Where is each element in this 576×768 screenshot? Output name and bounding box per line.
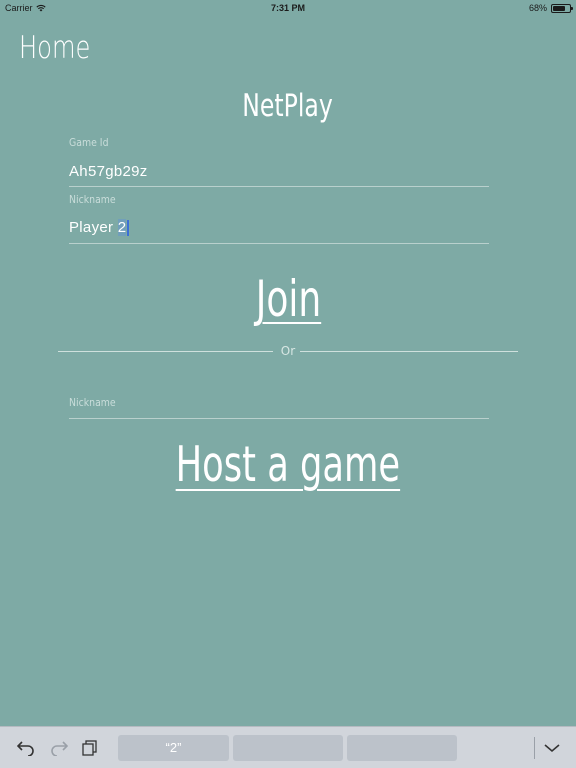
suggestion-3[interactable] xyxy=(347,735,457,761)
keyboard-shortcut-bar: “2” xyxy=(0,726,576,768)
text-cursor xyxy=(127,220,130,237)
keyboard-bar-separator xyxy=(534,737,535,759)
status-right: 68% xyxy=(528,3,573,13)
selected-text: 2 xyxy=(117,219,127,236)
suggestion-2[interactable] xyxy=(233,735,343,761)
join-button[interactable]: Join xyxy=(255,270,320,328)
host-game-button[interactable]: Host a game xyxy=(176,436,400,493)
suggestion-1[interactable]: “2” xyxy=(118,735,229,761)
host-nickname-label: Nickname xyxy=(69,396,116,409)
undo-icon[interactable] xyxy=(16,738,36,758)
join-nickname-label: Nickname xyxy=(69,193,116,206)
join-nickname-value: Player 2 xyxy=(69,219,130,237)
battery-percent: 68% xyxy=(528,3,547,13)
dismiss-keyboard-icon[interactable] xyxy=(542,738,562,758)
status-time: 7:31 PM xyxy=(270,3,305,13)
join-nickname-field[interactable]: Nickname Player 2 xyxy=(69,191,489,244)
or-label: Or xyxy=(280,344,296,358)
join-button-wrap: Join xyxy=(0,270,576,328)
home-back-button[interactable]: Home xyxy=(19,30,90,66)
status-bar: Carrier 7:31 PM 68% xyxy=(0,0,576,16)
paste-icon[interactable] xyxy=(80,738,100,758)
game-id-label: Game Id xyxy=(69,136,109,149)
page-title: NetPlay xyxy=(0,88,576,124)
redo-icon[interactable] xyxy=(49,738,69,758)
host-nickname-field[interactable]: Nickname xyxy=(69,394,489,419)
join-nickname-text: Player xyxy=(69,219,118,236)
page-title-text: NetPlay xyxy=(242,88,334,124)
game-id-field[interactable]: Game Id Ah57gb29z xyxy=(69,134,489,187)
host-button-wrap: Host a game xyxy=(0,436,576,493)
battery-icon xyxy=(551,3,573,13)
game-id-value: Ah57gb29z xyxy=(69,163,148,180)
